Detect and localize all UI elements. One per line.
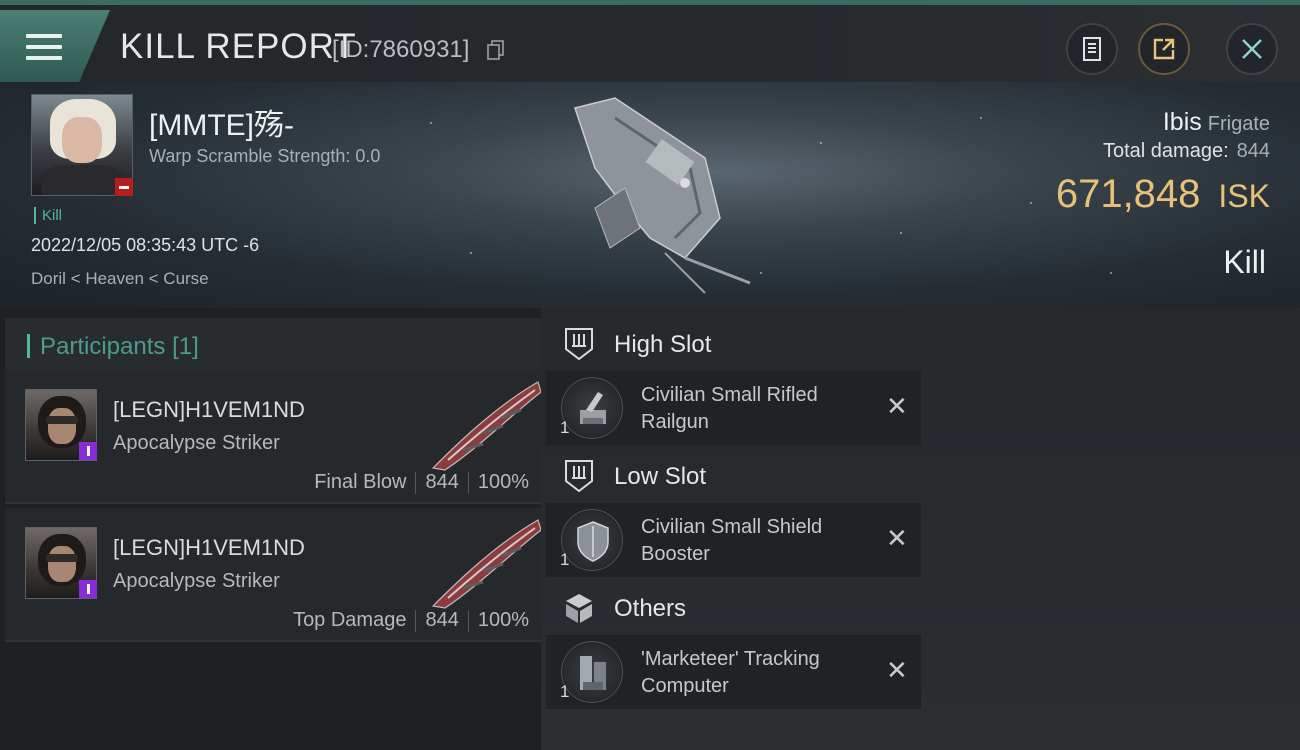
participant-stats: Top Damage 844 100% xyxy=(293,609,529,632)
kill-location[interactable]: Doril < Heaven < Curse xyxy=(31,269,209,289)
victim-ship-name: Ibis Frigate xyxy=(1163,108,1270,137)
participant-ship-image xyxy=(431,381,542,471)
isk-amount: 671,848 xyxy=(1055,172,1201,216)
cube-icon xyxy=(566,594,592,623)
module-quantity: 1 xyxy=(560,682,570,701)
participant-row[interactable]: [LEGN]H1VEM1ND Apocalypse Striker Top Da… xyxy=(5,508,542,642)
remove-module-button[interactable]: ✕ xyxy=(886,393,908,419)
victim-name[interactable]: [MMTE]殇- xyxy=(149,100,294,144)
railgun-icon xyxy=(561,377,623,439)
isk-unit: ISK xyxy=(1218,178,1270,214)
total-damage-value: 844 xyxy=(1236,140,1270,162)
isk-value: 671,848 ISK xyxy=(1056,172,1270,217)
pilot-info-icon xyxy=(79,580,97,598)
remove-module-button[interactable]: ✕ xyxy=(886,657,908,683)
participant-damage: 844 xyxy=(425,471,459,493)
hostile-badge-icon xyxy=(115,178,133,196)
kill-result: Kill xyxy=(1223,244,1266,280)
module-quantity: 1 xyxy=(560,418,570,437)
high-slot-icon xyxy=(565,328,593,361)
clipboard-button[interactable] xyxy=(1066,23,1118,75)
top-bar: KILL REPORT [ID:7860931] xyxy=(0,0,1300,82)
remove-module-button[interactable]: ✕ xyxy=(886,525,908,551)
participant-ship-image xyxy=(431,519,542,609)
report-id: [ID:7860931] xyxy=(332,36,470,63)
high-slot-title: High Slot xyxy=(614,331,712,358)
share-button[interactable] xyxy=(1138,23,1190,75)
participant-ship: Apocalypse Striker xyxy=(113,570,280,592)
participant-damage: 844 xyxy=(425,609,459,631)
victim-banner: [MMTE]殇- Warp Scramble Strength: 0.0 Kil… xyxy=(0,82,1300,308)
module-name: Civilian Small Shield Booster xyxy=(641,516,823,565)
low-slot-icon xyxy=(565,460,593,493)
participant-percent: 100% xyxy=(477,609,529,631)
total-damage-label: Total damage: xyxy=(1102,140,1229,162)
others-title: Others xyxy=(614,595,687,622)
participant-stats: Final Blow 844 100% xyxy=(314,471,529,494)
participant-name: [LEGN]H1VEM1ND xyxy=(113,397,305,422)
shield-booster-icon xyxy=(561,509,623,571)
module-name: Civilian Small Rifled Railgun xyxy=(641,384,818,433)
module-item[interactable]: 1 Civilian Small Shield Booster ✕ xyxy=(546,503,921,577)
close-icon xyxy=(1242,39,1262,59)
participants-label: Participants xyxy=(40,333,166,360)
high-slot-header: High Slot xyxy=(546,313,921,373)
kill-tag: Kill xyxy=(34,207,62,224)
total-damage: Total damage: 844 xyxy=(1103,140,1270,163)
page-title: KILL REPORT xyxy=(120,27,357,66)
ship-name[interactable]: Ibis xyxy=(1163,108,1202,136)
share-icon xyxy=(1153,38,1175,60)
participants-panel: Participants [1] [LEGN]H1VEM1ND Apocalyp… xyxy=(0,308,542,750)
module-item[interactable]: 1 'Marketeer' Tracking Computer ✕ xyxy=(546,635,921,709)
participant-ship: Apocalypse Striker xyxy=(113,432,280,454)
module-quantity: 1 xyxy=(560,550,570,569)
kill-timestamp: 2022/12/05 08:35:43 UTC -6 xyxy=(31,235,260,255)
low-slot-header: Low Slot xyxy=(546,445,921,505)
victim-ship-image xyxy=(574,97,751,294)
participant-role: Top Damage xyxy=(293,609,407,631)
pilot-info-icon xyxy=(79,442,97,460)
close-button[interactable] xyxy=(1226,23,1278,75)
tracking-computer-icon xyxy=(561,641,623,703)
warp-scramble-strength: Warp Scramble Strength: 0.0 xyxy=(149,146,381,166)
module-item[interactable]: 1 Civilian Small Rifled Railgun ✕ xyxy=(546,371,921,445)
ship-class: Frigate xyxy=(1207,113,1270,135)
participants-count: [1] xyxy=(172,333,199,360)
participant-row[interactable]: [LEGN]H1VEM1ND Apocalypse Striker Final … xyxy=(5,370,542,504)
low-slot-title: Low Slot xyxy=(614,463,707,490)
participant-percent: 100% xyxy=(477,471,529,493)
clipboard-icon xyxy=(1083,37,1101,61)
menu-button[interactable] xyxy=(0,10,110,82)
participants-header: Participants [1] xyxy=(5,318,541,372)
others-header: Others xyxy=(546,577,921,637)
menu-icon xyxy=(26,34,62,60)
module-name: 'Marketeer' Tracking Computer xyxy=(641,648,820,697)
participant-name: [LEGN]H1VEM1ND xyxy=(113,535,305,560)
fitting-panel: High Slot 1 Civilian Small Rifled Railgu… xyxy=(541,308,1300,750)
participant-role: Final Blow xyxy=(314,471,407,493)
copy-icon[interactable] xyxy=(487,40,505,60)
